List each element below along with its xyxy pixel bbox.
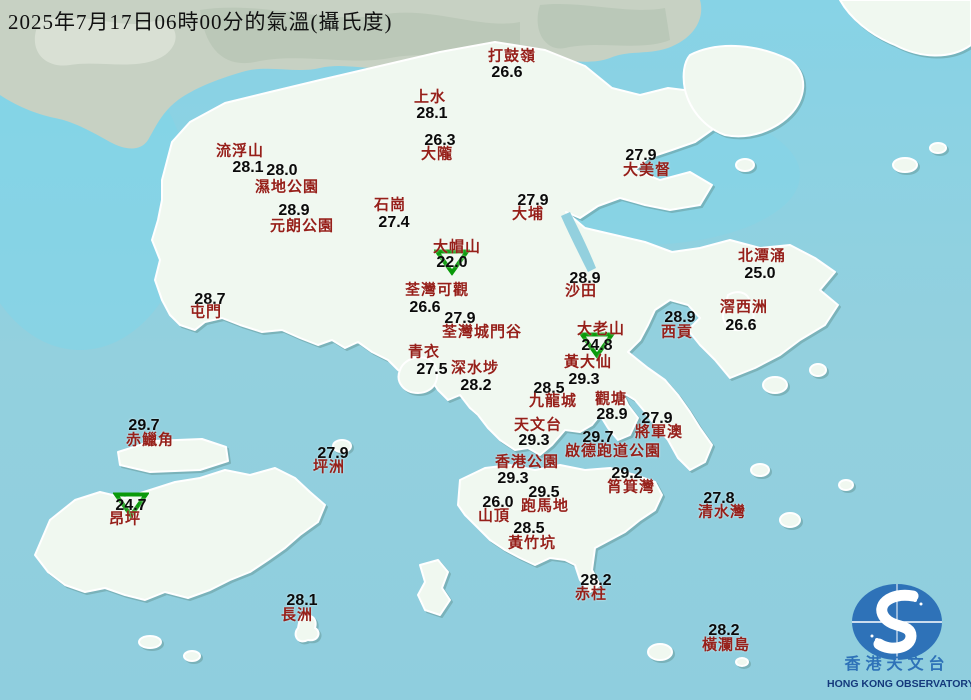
- weather-map-canvas: 2025年7月17日06時00分的氣溫(攝氏度) 26.6 打鼓嶺 28.1 上水 28…: [0, 0, 971, 700]
- station-name: 赤鱲角: [125, 432, 175, 449]
- hko-logo-name-cjk: 香港天文台: [844, 656, 950, 673]
- station-temp: 28.2: [460, 377, 492, 394]
- station-name: 坪洲: [312, 459, 346, 476]
- station-name: 深水埗: [450, 360, 500, 377]
- land-ne-island: [929, 142, 947, 154]
- station-name: 昂坪: [108, 511, 142, 528]
- map-title: 2025年7月17日06時00分的氣溫(攝氏度): [8, 10, 393, 34]
- station-name: 大美督: [622, 162, 672, 179]
- station-temp: 28.0: [266, 162, 298, 179]
- station-name: 青衣: [407, 344, 441, 361]
- land-island-5: [838, 479, 854, 491]
- land-island-3: [750, 463, 770, 477]
- station-temp: 27.5: [416, 361, 448, 378]
- station-name: 北潭涌: [737, 248, 787, 265]
- land-soko-1: [138, 635, 162, 649]
- station-name: 黃大仙: [563, 354, 613, 371]
- station-temp: 28.9: [596, 406, 628, 423]
- station-name: 山頂: [477, 508, 511, 525]
- station-temp: 28.1: [416, 105, 448, 122]
- station-name: 長洲: [280, 607, 314, 624]
- land-po-toi: [647, 643, 673, 661]
- station-temp: 29.3: [568, 371, 600, 388]
- land-island-2: [809, 363, 827, 377]
- station-name: 荃灣可觀: [404, 282, 470, 299]
- station-name: 西貢: [660, 324, 694, 341]
- station-name: 觀塘: [594, 391, 628, 408]
- station-name: 將軍澳: [634, 424, 684, 441]
- station-temp: 25.0: [744, 265, 776, 282]
- station-name: 荃灣城門谷: [441, 324, 523, 341]
- station-name: 九龍城: [528, 393, 578, 410]
- station-name: 大帽山: [432, 239, 482, 256]
- map-svg: [0, 0, 971, 700]
- station-name: 跑馬地: [520, 498, 570, 515]
- station-name: 橫瀾島: [701, 637, 751, 654]
- station-temp: 29.3: [518, 432, 550, 449]
- station-name: 元朗公園: [269, 218, 335, 235]
- land-waglan: [735, 657, 749, 667]
- station-name: 屯門: [189, 304, 223, 321]
- station-name: 滘西洲: [719, 299, 769, 316]
- station-temp: 22.0: [436, 254, 468, 271]
- station-name: 清水灣: [697, 504, 747, 521]
- hko-logo: 香港天文台 HONG KONG OBSERVATORY: [827, 580, 971, 698]
- land-island-4: [779, 512, 801, 528]
- station-name: 天文台: [513, 417, 563, 434]
- station-name: 石崗: [373, 197, 407, 214]
- station-name: 筲箕灣: [606, 479, 656, 496]
- station-name: 濕地公園: [254, 179, 320, 196]
- station-temp: 26.6: [725, 317, 757, 334]
- station-name: 黃竹坑: [507, 535, 557, 552]
- station-name: 香港公園: [494, 454, 560, 471]
- land-kat-o: [735, 158, 755, 172]
- station-name: 大老山: [576, 321, 626, 338]
- station-temp: 24.8: [581, 337, 613, 354]
- station-temp: 26.6: [409, 299, 441, 316]
- station-name: 上水: [413, 89, 447, 106]
- station-name: 啟德跑道公園: [564, 443, 662, 460]
- station-name: 大埔: [511, 206, 545, 223]
- station-name: 大隴: [420, 146, 454, 163]
- hko-logo-name-en: HONG KONG OBSERVATORY: [827, 678, 971, 690]
- station-temp: 28.1: [232, 159, 264, 176]
- land-soko-2: [183, 650, 201, 662]
- land-tung-ping-chau: [892, 157, 918, 173]
- station-name: 流浮山: [215, 143, 265, 160]
- station-name: 打鼓嶺: [487, 48, 537, 65]
- station-temp: 29.3: [497, 470, 529, 487]
- station-temp: 26.6: [491, 64, 523, 81]
- station-temp: 28.9: [278, 202, 310, 219]
- station-temp: 27.4: [378, 214, 410, 231]
- station-name: 赤柱: [574, 586, 608, 603]
- station-name: 沙田: [564, 283, 598, 300]
- land-island-1: [762, 376, 788, 394]
